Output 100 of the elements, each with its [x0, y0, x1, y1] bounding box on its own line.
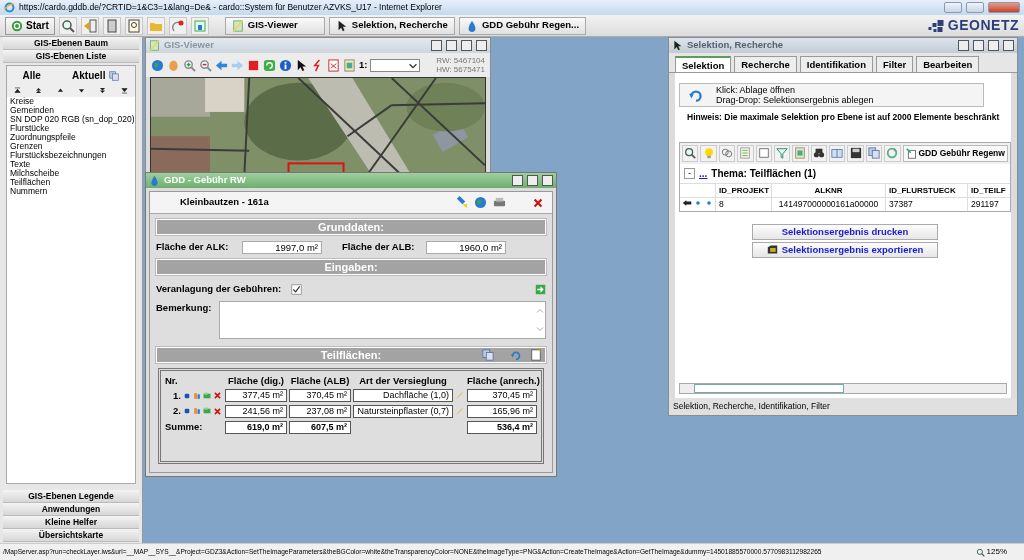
arrow-right-icon[interactable]: [535, 283, 546, 295]
tab[interactable]: Identifikation: [799, 56, 873, 72]
scale-dropdown[interactable]: [370, 58, 421, 72]
pin-icon[interactable]: [170, 18, 185, 33]
minimize-button[interactable]: [512, 175, 523, 186]
close-button[interactable]: [542, 175, 553, 186]
pdf-icon[interactable]: [327, 58, 340, 72]
search-icon[interactable]: [60, 18, 75, 33]
info-icon[interactable]: [279, 58, 292, 72]
accordion-header[interactable]: GIS-Ebenen Liste: [3, 50, 139, 63]
list-icon[interactable]: [739, 147, 752, 160]
action-button[interactable]: Selektionsergebnis drucken: [752, 223, 938, 240]
scrollbar[interactable]: [679, 383, 1007, 395]
stop-icon[interactable]: [247, 58, 260, 72]
minimize-button[interactable]: [446, 40, 457, 51]
coordinate-text: HW: 5675471: [436, 65, 485, 74]
save-icon[interactable]: [849, 147, 862, 160]
pointer-icon[interactable]: [295, 58, 308, 72]
refresh-icon[interactable]: [263, 58, 276, 72]
theme-title: Thema: Teilflächen (1): [711, 166, 817, 181]
search-icon[interactable]: [684, 147, 697, 160]
layer-item[interactable]: Flurstücksbezeichnungen: [7, 151, 135, 160]
layer-item[interactable]: SN DOP 020 RGB (sn_dop_020): [7, 115, 135, 124]
zoom-level[interactable]: 125%: [986, 546, 1007, 558]
collapse-button[interactable]: -: [684, 167, 695, 179]
delete-icon[interactable]: [212, 391, 222, 401]
close-button[interactable]: [1003, 40, 1014, 51]
table-cell: 141497000000161a00000: [772, 197, 886, 211]
column-header: ID_FLURSTUECK: [886, 183, 968, 197]
field-label: Veranlagung der Gebühren:: [156, 282, 282, 297]
binoculars-icon[interactable]: [812, 147, 825, 160]
tab[interactable]: Filter: [875, 56, 914, 72]
accordion-header[interactable]: GIS-Ebenen Legende: [3, 490, 139, 503]
layer-item[interactable]: Teilflächen: [7, 178, 135, 187]
rings-icon[interactable]: [720, 147, 733, 160]
layer-item[interactable]: Nummern: [7, 187, 135, 196]
down-arrow-icon[interactable]: [77, 86, 87, 95]
maximize-button[interactable]: [988, 40, 999, 51]
map-icon: [231, 19, 244, 32]
maximize-button[interactable]: [527, 175, 538, 186]
folder-icon: [766, 244, 778, 256]
globe-icon[interactable]: [151, 58, 164, 72]
filter-icon[interactable]: [776, 147, 789, 160]
start-button[interactable]: Start: [5, 16, 55, 35]
up-arrow-icon[interactable]: [55, 86, 65, 95]
power-icon: [11, 19, 23, 32]
help-button[interactable]: [958, 40, 969, 51]
parcel-title: Kleinbautzen - 161a: [180, 195, 269, 210]
checkbox[interactable]: [291, 283, 303, 295]
zoom-in-icon[interactable]: [183, 58, 196, 72]
accordion-header[interactable]: Übersichtskarte: [3, 529, 139, 542]
new-document-icon[interactable]: [530, 348, 542, 361]
window-title: GDD - Gebühr RW: [164, 173, 247, 188]
browser-icon: [4, 2, 15, 13]
layer-item[interactable]: Flurstücke: [7, 124, 135, 133]
delete-icon[interactable]: [212, 406, 222, 416]
tab[interactable]: Bearbeiten: [916, 56, 980, 72]
maximize-button[interactable]: [461, 40, 472, 51]
help-button[interactable]: [431, 40, 442, 51]
layer-item[interactable]: Kreise: [7, 97, 135, 106]
accordion-header[interactable]: Kleine Helfer: [3, 516, 139, 529]
current-layers-tab[interactable]: Aktuell: [72, 68, 106, 83]
document-icon[interactable]: [794, 147, 807, 160]
close-button[interactable]: [476, 40, 487, 51]
layer-item[interactable]: Texte: [7, 160, 135, 169]
refresh-icon[interactable]: [886, 147, 899, 160]
task-button[interactable]: GDD Gebühr Regen...: [458, 16, 587, 35]
bulb-icon[interactable]: [702, 147, 715, 160]
globe-icon[interactable]: [474, 196, 487, 209]
all-layers-tab[interactable]: Alle: [22, 68, 41, 83]
accordion-header[interactable]: Anwendungen: [3, 503, 139, 516]
book-icon[interactable]: [831, 147, 844, 160]
gdd-button[interactable]: GDD Gebühr Regenw: [902, 144, 1008, 162]
move-bottom-icon[interactable]: [119, 86, 129, 95]
task-button[interactable]: Selektion, Recherche: [328, 16, 455, 35]
flashlight-icon[interactable]: [455, 196, 468, 209]
accordion-header[interactable]: GIS-Ebenen Baum: [3, 37, 139, 50]
more-link[interactable]: ...: [699, 165, 708, 181]
drop-zone[interactable]: Klick: Ablage öffnen Drag-Drop: Selektionsergebnis ablegen: [679, 83, 984, 107]
layer-item[interactable]: Zuordnungspfeile: [7, 133, 135, 142]
area-field: 1997,0 m²: [242, 240, 322, 254]
printer-icon[interactable]: [493, 196, 506, 209]
footer-text: Selektion, Recherche, Identifikation, Filter: [669, 398, 1017, 415]
task-button[interactable]: GIS-Viewer: [224, 16, 325, 35]
action-button[interactable]: Selektionsergebnis exportieren: [752, 241, 938, 258]
hint-text: Klick: Ablage öffnen: [716, 85, 796, 95]
layer-item[interactable]: Grenzen: [7, 142, 135, 151]
zoom-out-icon[interactable]: [199, 58, 212, 72]
exit-icon[interactable]: [82, 18, 97, 33]
door-icon[interactable]: [104, 18, 119, 33]
document-icon[interactable]: [343, 58, 356, 72]
move-top-icon[interactable]: [13, 86, 23, 95]
layer-item[interactable]: Milchscheibe: [7, 169, 135, 178]
tab[interactable]: Recherche: [734, 56, 797, 72]
minimize-button[interactable]: [973, 40, 984, 51]
tab[interactable]: Selektion: [675, 56, 732, 72]
close-icon[interactable]: [532, 196, 544, 209]
back-arrow-icon[interactable]: [215, 58, 228, 72]
checkbox-icon[interactable]: [757, 147, 770, 160]
layer-item[interactable]: Gemeinden: [7, 106, 135, 115]
